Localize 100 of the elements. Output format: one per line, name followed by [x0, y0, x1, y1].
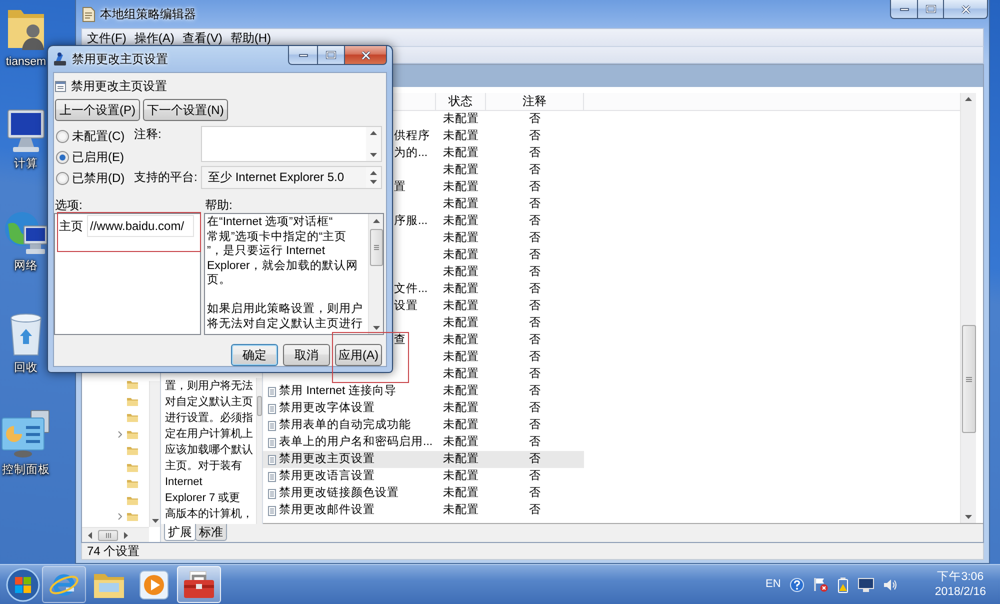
comment-text: 否 [529, 232, 541, 244]
start-button[interactable] [4, 566, 42, 604]
status-text: 未配置 [443, 164, 479, 176]
scrollbar-thumb[interactable] [257, 396, 262, 416]
minimize-icon [900, 8, 908, 10]
list-row[interactable]: 未配置 否 [263, 366, 584, 383]
minimize-button[interactable] [890, 0, 917, 19]
comment-text: 否 [529, 130, 541, 142]
apply-button[interactable]: 应用(A) [335, 344, 382, 366]
list-row[interactable]: 禁用 Internet 连接向导 未配置 否 [263, 383, 584, 400]
list-row[interactable]: 禁用更改链接颜色设置 未配置 否 [263, 485, 584, 502]
arrow-down-icon [965, 515, 972, 519]
comment-text: 否 [529, 453, 541, 466]
folder-icon[interactable] [127, 413, 138, 422]
tab[interactable]: 标准 [195, 524, 227, 541]
menu-item[interactable]: 文件(F) [84, 30, 130, 46]
network-icon[interactable] [4, 210, 48, 254]
cancel-button[interactable]: 取消 [283, 344, 330, 366]
maximize-button[interactable] [317, 46, 344, 65]
desktop-icon-label[interactable]: 回收 [14, 361, 38, 375]
comment-field[interactable] [201, 126, 382, 162]
status-text: 未配置 [443, 385, 479, 398]
setting-name: 文件... [394, 282, 428, 297]
setting-name: 禁用更改邮件设置 [279, 503, 375, 518]
comment-text: 否 [529, 266, 541, 278]
taskbar-button[interactable] [177, 566, 221, 603]
menu-item[interactable]: 查看(V) [179, 30, 226, 46]
clock-date[interactable]: 2018/2/16 [934, 584, 986, 600]
folder-icon[interactable] [127, 380, 138, 390]
text-field[interactable]: //www.baidu.com/ [87, 215, 194, 237]
scrollbar-thumb[interactable] [962, 325, 976, 433]
radio-button[interactable] [56, 172, 69, 185]
status-text: 未配置 [443, 147, 479, 160]
list-row[interactable]: 表单上的用户名和密码启用... 未配置 否 [263, 434, 584, 451]
folder-icon[interactable] [127, 446, 138, 456]
radio-label[interactable]: 未配置(C) [72, 129, 125, 144]
document-icon [268, 404, 276, 414]
computer-icon[interactable] [5, 108, 47, 152]
folder-icon[interactable] [127, 396, 138, 406]
field-label: 支持的平台: [134, 170, 198, 185]
radio-label[interactable]: 已禁用(D) [72, 171, 125, 186]
chevron-right-icon[interactable] [118, 430, 122, 438]
list-row[interactable]: 禁用更改字体设置 未配置 否 [263, 400, 584, 417]
orb-icon [6, 568, 40, 602]
control-panel-icon[interactable] [1, 410, 51, 458]
folder-icon[interactable] [127, 462, 138, 472]
radio-button[interactable] [56, 130, 69, 143]
menu-item[interactable]: 操作(A) [131, 30, 178, 46]
ok-button[interactable]: 确定 [231, 344, 278, 366]
help-icon[interactable] [790, 578, 804, 592]
comment-text: 否 [529, 487, 541, 500]
folder-icon[interactable] [127, 479, 138, 488]
column-header[interactable]: 状态 [436, 93, 486, 110]
setting-name: 设置 [394, 299, 418, 314]
column-header[interactable]: 注释 [486, 93, 584, 110]
comment-text: 否 [529, 164, 541, 176]
setting-name: 供程序 [394, 129, 430, 144]
minimize-button[interactable] [288, 46, 317, 65]
battery-icon[interactable] [836, 576, 849, 592]
arrow-up-icon [372, 219, 380, 223]
close-button[interactable] [344, 46, 387, 65]
monitor-icon[interactable] [858, 578, 874, 592]
desktop-icon-label[interactable]: 计算 [14, 157, 38, 171]
status-text: 未配置 [443, 368, 479, 380]
scrollbar-thumb[interactable] [98, 530, 118, 540]
document-icon [268, 386, 276, 396]
status-text: 未配置 [443, 181, 479, 194]
chevron-right-icon[interactable] [118, 513, 122, 520]
folder-icon[interactable] [127, 496, 138, 505]
list-row[interactable]: 禁用更改语言设置 未配置 否 [263, 468, 584, 485]
language-indicator[interactable]: EN [766, 578, 781, 592]
menu-item[interactable]: 帮助(H) [227, 30, 274, 46]
previous-setting-button[interactable]: 上一个设置(P) [55, 99, 140, 121]
list-row[interactable]: 禁用更改邮件设置 未配置 否 [263, 502, 584, 519]
next-setting-button[interactable]: 下一个设置(N) [143, 99, 228, 121]
list-row[interactable]: 禁用表单的自动完成功能 未配置 否 [263, 417, 584, 434]
document-icon [82, 6, 95, 22]
list-row[interactable]: 禁用更改主页设置 未配置 否 [263, 451, 584, 468]
speaker-icon[interactable] [882, 578, 898, 592]
desktop-icon-label[interactable]: 网络 [14, 259, 38, 273]
flag-icon[interactable] [812, 577, 828, 592]
close-button[interactable] [943, 0, 988, 19]
close-icon [360, 50, 370, 60]
platform-field: 至少 Internet Explorer 5.0 [201, 166, 382, 189]
tab[interactable]: 扩展 [164, 524, 196, 541]
desktop-icon-label[interactable]: 控制面板 [2, 463, 50, 477]
maximize-button[interactable] [917, 0, 943, 19]
document-icon [268, 472, 276, 482]
comment-text: 否 [529, 249, 541, 262]
setting-name: 禁用表单的自动完成功能 [279, 418, 411, 433]
radio-label[interactable]: 已启用(E) [72, 150, 124, 165]
status-text: 未配置 [443, 453, 479, 466]
folder-icon[interactable] [127, 512, 138, 522]
status-text: 未配置 [443, 249, 479, 262]
folder-icon[interactable] [127, 430, 138, 439]
comment-text: 否 [529, 215, 541, 228]
scrollbar-thumb[interactable] [370, 229, 382, 266]
close-icon [960, 4, 970, 14]
desktop-icon-label[interactable]: tiansem [6, 55, 46, 69]
radio-button[interactable] [56, 151, 69, 164]
